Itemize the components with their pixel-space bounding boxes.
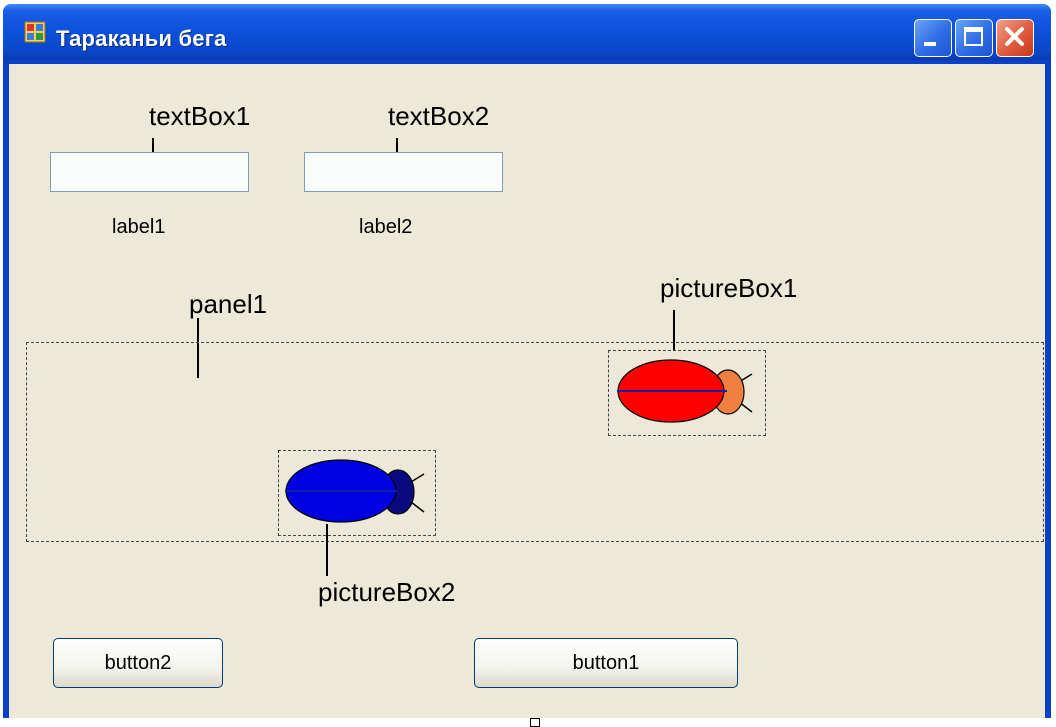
annotation-panel1: panel1 [189, 289, 268, 319]
minimize-button[interactable] [914, 19, 952, 57]
close-icon [1005, 27, 1024, 46]
maximize-icon [964, 27, 983, 46]
label2: label2 [359, 216, 413, 238]
annotation-textbox2: textBox2 [388, 101, 490, 131]
textbox2-input[interactable] [304, 152, 503, 192]
app-window: Тараканьи бега textBox1 textBox2 label1 … [3, 4, 1051, 718]
maximize-button[interactable] [955, 19, 993, 57]
form-client-area: textBox1 textBox2 label1 label2 panel1 p… [9, 64, 1045, 718]
window-title: Тараканьи бега [56, 26, 227, 51]
title-bar[interactable]: Тараканьи бега [3, 4, 1051, 60]
textbox1-input[interactable] [50, 152, 249, 192]
red-bug-icon [617, 359, 753, 423]
annotation-picturebox1: pictureBox1 [660, 273, 798, 303]
picturebox1 [608, 350, 766, 436]
close-button[interactable] [996, 19, 1034, 57]
blue-bug-icon [285, 459, 425, 523]
panel1 [26, 342, 1044, 542]
annotation-textbox1: textBox1 [149, 101, 251, 131]
resize-grip-handle[interactable] [530, 718, 540, 727]
form-icon [24, 21, 46, 43]
label1: label1 [112, 216, 166, 238]
picturebox2 [278, 450, 436, 536]
annotation-picturebox2: pictureBox2 [318, 577, 456, 607]
button1[interactable]: button1 [474, 638, 738, 688]
button2[interactable]: button2 [53, 638, 223, 688]
leader-line-picturebox2 [326, 524, 328, 576]
minimize-icon [924, 42, 936, 46]
